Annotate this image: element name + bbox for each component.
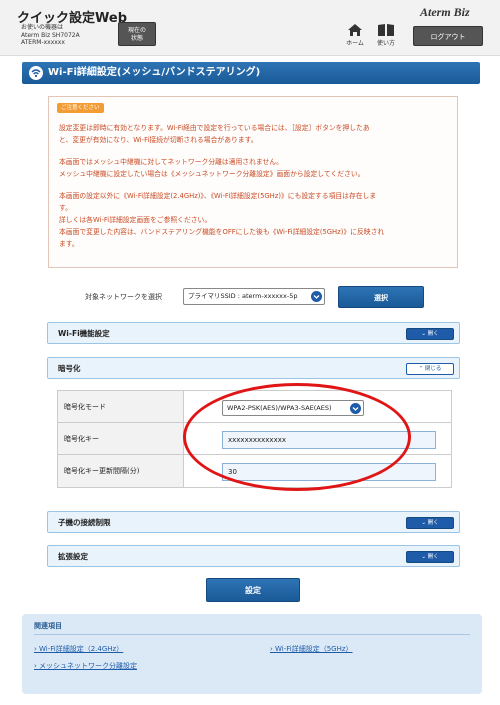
encryption-mode-select[interactable]: WPA2-PSK(AES)/WPA3-SAE(AES) bbox=[222, 400, 364, 416]
brand-logo: Aterm Biz bbox=[420, 5, 470, 19]
encryption-table: 暗号化モード WPA2-PSK(AES)/WPA3-SAE(AES) 暗号化キー… bbox=[57, 390, 452, 488]
notice-line: 設定変更は即時に有効となります。Wi-Fi経由で設定を行っている場合には、［設定… bbox=[59, 124, 370, 132]
key-interval-label: 暗号化キー更新間隔(分) bbox=[58, 455, 184, 487]
open-label: 開く bbox=[427, 520, 439, 526]
network-select-value: プライマリSSID : aterm-xxxxxx-5p bbox=[188, 292, 298, 300]
open-button[interactable]: ⌄ 開く bbox=[406, 551, 454, 563]
link-label: メッシュネットワーク分離設定 bbox=[39, 662, 138, 670]
link-mesh-network-isolation[interactable]: › メッシュネットワーク分離設定 bbox=[34, 661, 137, 671]
related-title: 関連項目 bbox=[34, 622, 62, 630]
chevron-down-icon: ⌄ bbox=[421, 520, 426, 526]
section-label: Wi-Fi機能設定 bbox=[58, 329, 110, 338]
section-child-connection: 子機の接続制限 ⌄ 開く bbox=[47, 511, 460, 533]
notice-line: ます。 bbox=[59, 240, 79, 248]
chevron-down-icon: ⌄ bbox=[421, 331, 426, 337]
network-select[interactable]: プライマリSSID : aterm-xxxxxx-5p bbox=[183, 288, 325, 305]
section-extended: 拡張設定 ⌄ 開く bbox=[47, 545, 460, 567]
wifi-icon bbox=[29, 66, 43, 80]
related-links: 関連項目 › Wi-Fi詳細設定（2.4GHz） › Wi-Fi詳細設定（5GH… bbox=[22, 614, 482, 694]
key-interval-row: 暗号化キー更新間隔(分) 30 bbox=[58, 455, 451, 487]
select-button[interactable]: 選択 bbox=[338, 286, 424, 308]
link-wifi-24ghz[interactable]: › Wi-Fi詳細設定（2.4GHz） bbox=[34, 644, 123, 654]
notice-line: 本画面で変更した内容は、バンドステアリング機能をOFFにした後も《Wi-Fi詳細… bbox=[59, 228, 385, 236]
encryption-mode-value: WPA2-PSK(AES)/WPA3-SAE(AES) bbox=[227, 404, 332, 412]
guide-link[interactable]: 使い方 bbox=[374, 23, 398, 47]
chevron-down-icon bbox=[311, 291, 322, 302]
book-icon bbox=[378, 24, 394, 36]
device-label: お使いの機器は bbox=[21, 24, 64, 31]
section-encryption: 暗号化 ⌃ 閉じる bbox=[47, 357, 460, 379]
section-label: 子機の接続制限 bbox=[58, 518, 111, 527]
home-label: ホーム bbox=[346, 40, 364, 47]
link-wifi-5ghz[interactable]: › Wi-Fi詳細設定（5GHz） bbox=[270, 644, 353, 654]
notice-line: と、変更が有効になり、Wi-Fi接続が切断される場合があります。 bbox=[59, 136, 258, 144]
notice-badge: ご注意ください bbox=[57, 103, 104, 113]
encryption-mode-row: 暗号化モード WPA2-PSK(AES)/WPA3-SAE(AES) bbox=[58, 391, 451, 423]
section-label: 暗号化 bbox=[58, 364, 81, 373]
chevron-up-icon: ⌃ bbox=[418, 366, 424, 372]
page-title-text: Wi-Fi詳細設定(メッシュ/バンドステアリング) bbox=[48, 67, 261, 78]
guide-label: 使い方 bbox=[376, 40, 395, 47]
open-label: 開く bbox=[427, 331, 439, 337]
section-wifi-function: Wi-Fi機能設定 ⌄ 開く bbox=[47, 322, 460, 344]
close-label: 閉じる bbox=[424, 366, 442, 372]
header: クイック設定Web お使いの機器は Aterm Biz SH7072A ATER… bbox=[0, 0, 500, 56]
notice-line: 本画面ではメッシュ中継機に対してネットワーク分離は適用されません。 bbox=[59, 158, 283, 166]
notice-line: 本画面の設定以外に《Wi-Fi詳細設定(2.4GHz)》、《Wi-Fi詳細設定(… bbox=[59, 192, 377, 200]
current-status-button[interactable]: 現在の 状態 bbox=[118, 22, 156, 46]
chevron-down-icon: ⌄ bbox=[421, 554, 426, 560]
encryption-mode-label: 暗号化モード bbox=[58, 391, 184, 422]
chevron-down-icon bbox=[350, 402, 361, 414]
device-info: お使いの機器は Aterm Biz SH7072A ATERM-xxxxxx bbox=[21, 24, 80, 47]
network-select-label: 対象ネットワークを選択 bbox=[85, 293, 162, 301]
home-icon bbox=[348, 24, 362, 36]
settings-button[interactable]: 設定 bbox=[206, 578, 300, 602]
close-button[interactable]: ⌃ 閉じる bbox=[406, 363, 454, 375]
notice-line: す。 bbox=[59, 204, 72, 212]
link-label: Wi-Fi詳細設定（5GHz） bbox=[275, 645, 353, 653]
notice-line: メッシュ中継機に設定したい場合は《メッシュネットワーク分離設定》画面から設定して… bbox=[59, 170, 365, 178]
logout-button[interactable]: ログアウト bbox=[413, 26, 483, 46]
encryption-key-label: 暗号化キー bbox=[58, 423, 184, 454]
divider bbox=[34, 634, 470, 635]
open-button[interactable]: ⌄ 開く bbox=[406, 328, 454, 340]
notice-box: ご注意ください 設定変更は即時に有効となります。Wi-Fi経由で設定を行っている… bbox=[48, 96, 458, 268]
home-link[interactable]: ホーム bbox=[343, 23, 367, 47]
key-interval-input[interactable]: 30 bbox=[222, 463, 436, 481]
page-title: Wi-Fi詳細設定(メッシュ/バンドステアリング) bbox=[22, 62, 480, 84]
encryption-key-input[interactable]: xxxxxxxxxxxxxx bbox=[222, 431, 436, 449]
section-label: 拡張設定 bbox=[58, 552, 88, 561]
notice-line: 詳しくは各Wi-Fi詳細設定画面をご参照ください。 bbox=[59, 216, 212, 224]
device-model: Aterm Biz SH7072A bbox=[21, 31, 80, 39]
encryption-key-row: 暗号化キー xxxxxxxxxxxxxx bbox=[58, 423, 451, 455]
open-button[interactable]: ⌄ 開く bbox=[406, 517, 454, 529]
link-label: Wi-Fi詳細設定（2.4GHz） bbox=[39, 645, 124, 653]
open-label: 開く bbox=[427, 554, 439, 560]
device-name: ATERM-xxxxxx bbox=[21, 39, 65, 46]
